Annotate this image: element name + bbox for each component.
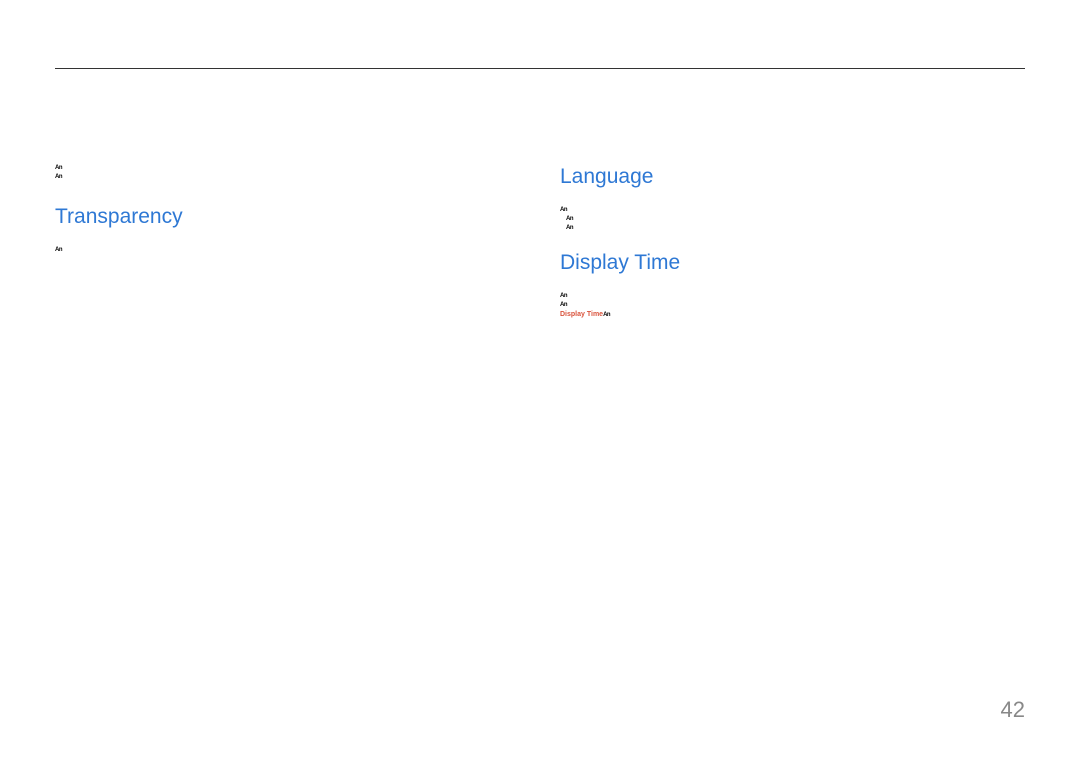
language-body: An An An bbox=[560, 207, 1025, 233]
left-intro-line-1: An bbox=[55, 174, 520, 181]
language-heading: Language bbox=[560, 165, 1025, 189]
language-line-1: An bbox=[566, 216, 1025, 223]
content-area: An An Transparency An Language An An An … bbox=[55, 165, 1025, 319]
display-time-body: An An Display TimeAn bbox=[560, 293, 1025, 320]
transparency-line-0: An bbox=[55, 247, 520, 254]
display-time-heading: Display Time bbox=[560, 251, 1025, 275]
left-column: An An Transparency An bbox=[55, 165, 520, 319]
display-time-line-0: An bbox=[560, 293, 1025, 300]
language-line-0: An bbox=[560, 207, 1025, 214]
horizontal-rule bbox=[55, 68, 1025, 69]
right-column: Language An An An Display Time An An Dis… bbox=[560, 165, 1025, 319]
transparency-body: An bbox=[55, 247, 520, 254]
display-time-line-1: An bbox=[560, 302, 1025, 309]
display-time-highlight-suffix: An bbox=[603, 312, 610, 318]
transparency-heading: Transparency bbox=[55, 205, 520, 229]
left-intro-block: An An bbox=[55, 165, 520, 181]
display-time-highlight-line: Display TimeAn bbox=[560, 311, 1025, 319]
left-intro-line-0: An bbox=[55, 165, 520, 172]
display-time-highlight-label: Display Time bbox=[560, 311, 603, 318]
language-line-2: An bbox=[566, 225, 1025, 232]
page-number: 42 bbox=[1001, 697, 1025, 723]
